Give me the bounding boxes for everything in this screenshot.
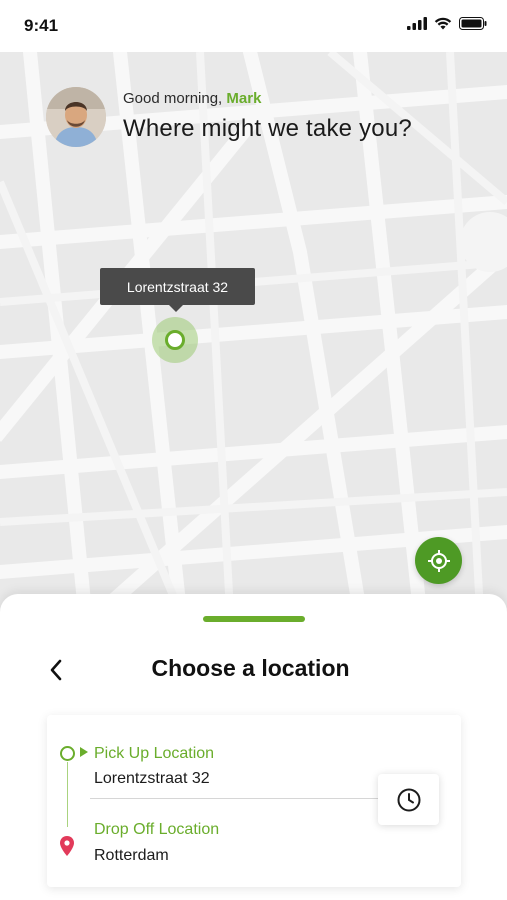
sheet-title: Choose a location	[151, 655, 350, 681]
page-title: Where might we take you?	[123, 115, 412, 142]
locate-me-button[interactable]	[415, 537, 462, 584]
greeting-salutation: Good morning,	[123, 90, 223, 107]
location-pin[interactable]	[165, 330, 185, 350]
pickup-dot-icon	[60, 746, 75, 761]
crosshair-icon	[427, 549, 450, 572]
greeting-text: Good morning, Mark	[123, 90, 261, 107]
route-connector	[67, 762, 68, 827]
wifi-icon	[434, 17, 452, 30]
status-bar: 9:41	[0, 0, 507, 52]
cellular-signal-icon	[407, 17, 427, 30]
pickup-input[interactable]: Lorentzstraat 32	[94, 770, 210, 788]
schedule-button[interactable]	[378, 774, 439, 825]
pin-tooltip: Lorentzstraat 32	[100, 268, 255, 312]
battery-icon	[459, 17, 487, 30]
pickup-arrow-icon	[80, 747, 88, 757]
dropoff-input[interactable]: Rotterdam	[94, 847, 169, 865]
status-icons	[407, 17, 487, 30]
divider	[90, 798, 380, 799]
pin-label: Lorentzstraat 32	[126, 278, 229, 295]
bottom-sheet: Choose a location	[0, 594, 507, 900]
dropoff-pin-icon	[60, 836, 74, 856]
clock-icon	[397, 788, 420, 811]
status-time: 9:41	[24, 16, 59, 35]
profile-photo	[46, 87, 106, 147]
sheet-drag-handle[interactable]	[203, 616, 305, 622]
avatar[interactable]	[46, 87, 106, 147]
pickup-label: Pick Up Location	[94, 745, 215, 762]
dropoff-label: Drop Off Location	[94, 821, 220, 838]
user-name: Mark	[226, 90, 262, 107]
